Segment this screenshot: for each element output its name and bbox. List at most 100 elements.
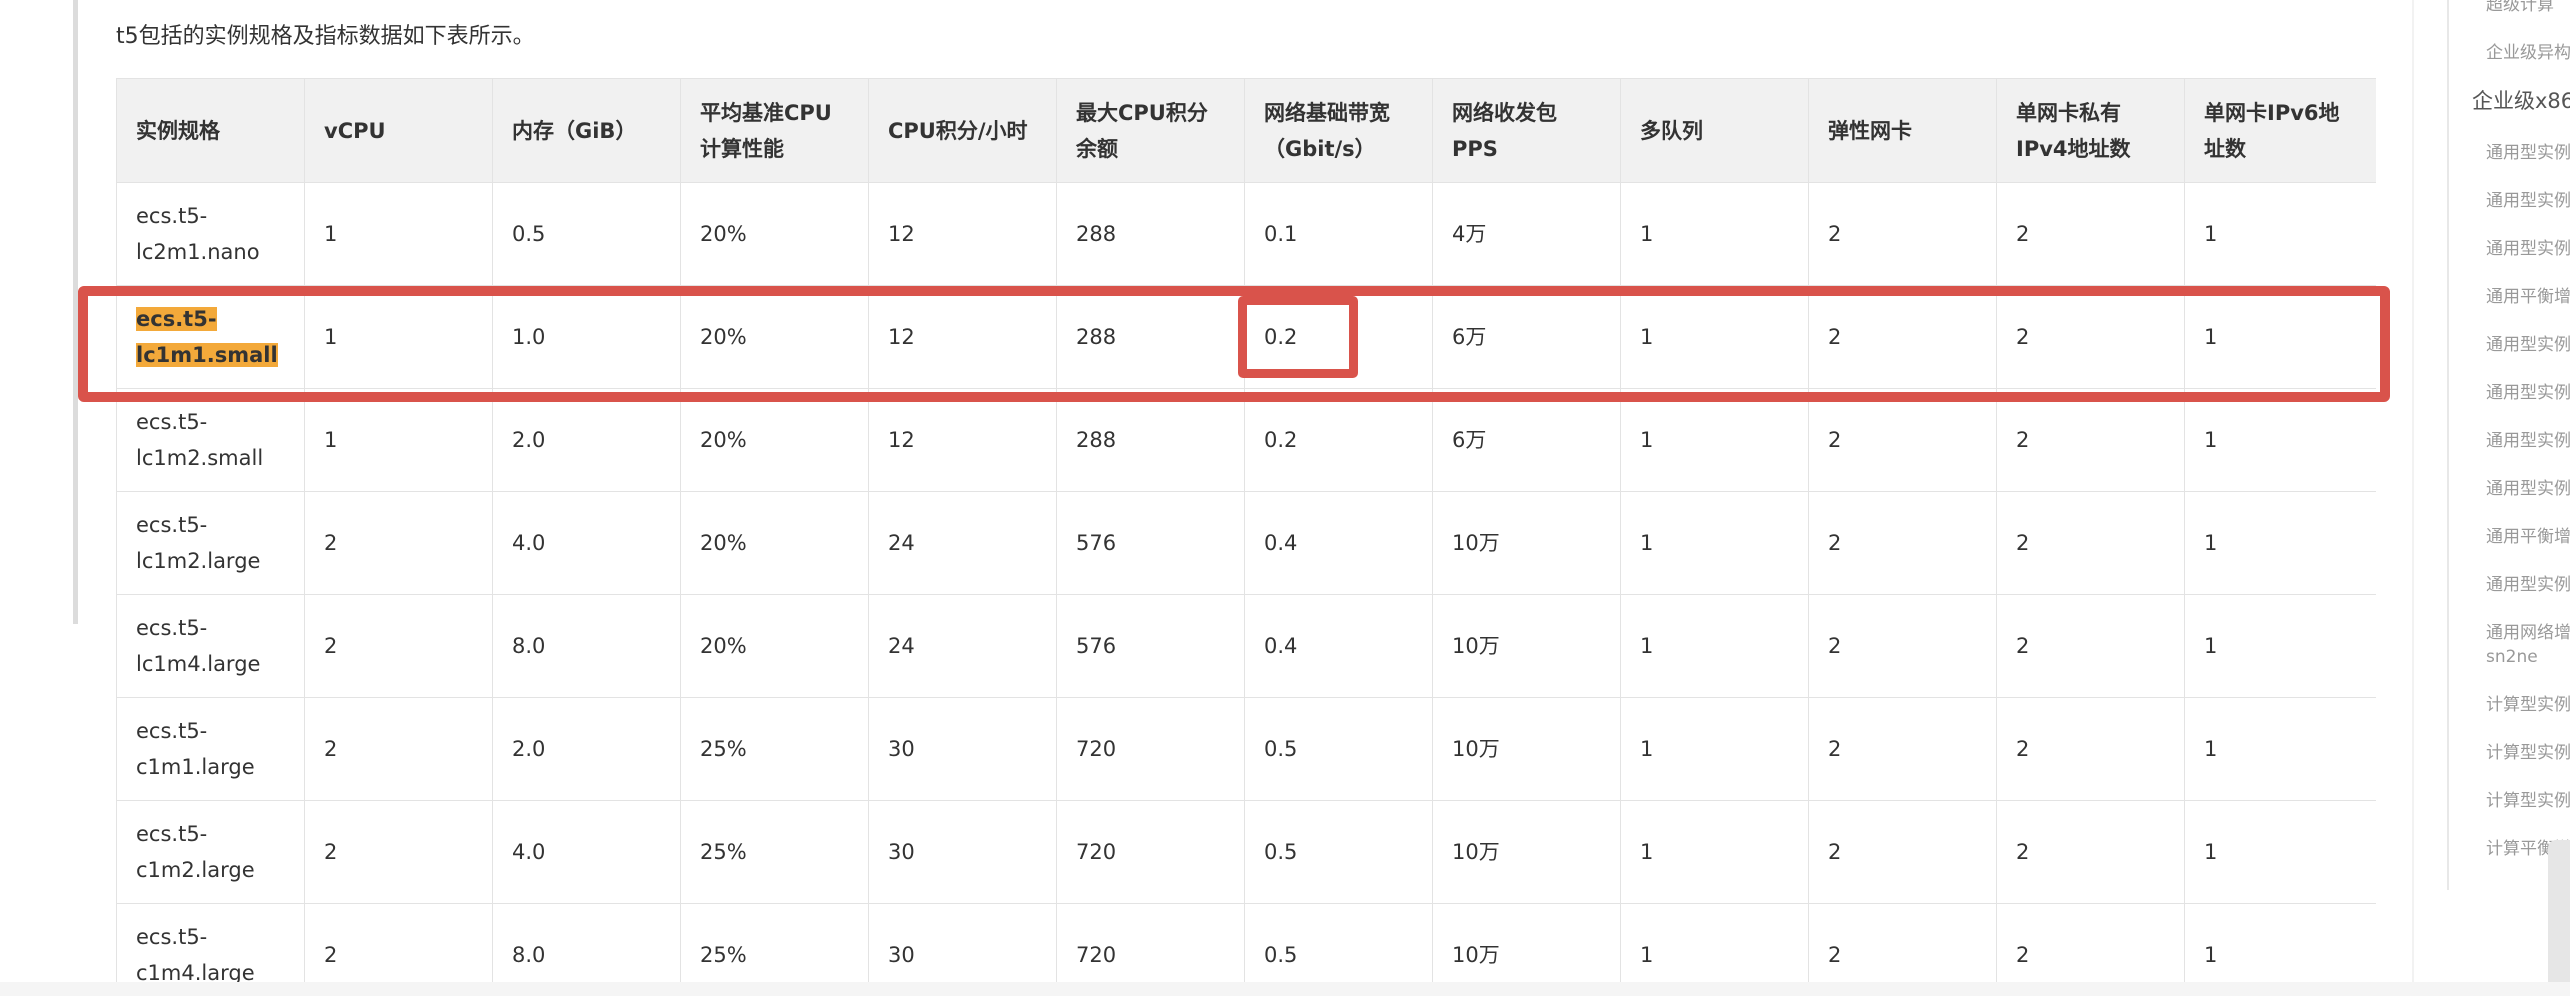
- cell-multiqueue: 1: [1620, 285, 1809, 389]
- cell-max-credits: 288: [1056, 388, 1245, 492]
- cell-vcpu: 2: [304, 491, 493, 595]
- cell-ipv4: 2: [1996, 800, 2185, 904]
- table-row: ecs.t5-c1m2.large 2 4.0 25% 30 720 0.5 1…: [116, 800, 2376, 904]
- cell-baseline: 25%: [680, 800, 869, 904]
- cell-credits: 12: [868, 388, 1057, 492]
- cell-ipv6: 1: [2184, 594, 2376, 698]
- cell-eni: 2: [1808, 388, 1997, 492]
- toc-item[interactable]: 计算型实例: [2486, 790, 2570, 812]
- cell-multiqueue: 1: [1620, 388, 1809, 492]
- header-baseline-cpu: 平均基准CPU计算性能: [680, 78, 869, 183]
- cell-credits: 30: [868, 697, 1057, 801]
- cell-vcpu: 2: [304, 697, 493, 801]
- cell-vcpu: 1: [304, 388, 493, 492]
- cell-credits: 24: [868, 594, 1057, 698]
- header-memory: 内存（GiB）: [492, 78, 681, 183]
- cell-pps: 10万: [1432, 491, 1621, 595]
- cell-max-credits: 720: [1056, 697, 1245, 801]
- scrollbar-thumb[interactable]: [2548, 840, 2570, 990]
- cell-bandwidth: 0.1: [1244, 182, 1433, 286]
- cell-memory: 2.0: [492, 388, 681, 492]
- cell-max-credits: 720: [1056, 800, 1245, 904]
- cell-bandwidth: 0.4: [1244, 491, 1433, 595]
- toc-item[interactable]: 通用型实例: [2486, 142, 2570, 164]
- cell-baseline: 20%: [680, 285, 869, 389]
- cell-multiqueue: 1: [1620, 697, 1809, 801]
- toc-item[interactable]: 通用网络增: [2486, 622, 2570, 644]
- toc-item[interactable]: 通用型实例: [2486, 238, 2570, 260]
- bottom-bar: [0, 982, 2570, 996]
- toc-item-parent[interactable]: 企业级x86: [2472, 90, 2570, 112]
- toc-item[interactable]: 通用型实例: [2486, 382, 2570, 404]
- cell-baseline: 20%: [680, 182, 869, 286]
- cell-vcpu: 2: [304, 800, 493, 904]
- cell-credits: 12: [868, 285, 1057, 389]
- table-row: ecs.t5-lc1m4.large 2 8.0 20% 24 576 0.4 …: [116, 594, 2376, 698]
- toc-item[interactable]: 企业级异构: [2486, 42, 2570, 64]
- cell-ipv6: 1: [2184, 285, 2376, 389]
- cell-credits: 24: [868, 491, 1057, 595]
- toc-item[interactable]: 通用型实例: [2486, 430, 2570, 452]
- cell-bandwidth-highlighted: 0.2: [1244, 285, 1433, 389]
- cell-vcpu: 1: [304, 182, 493, 286]
- cell-baseline: 20%: [680, 491, 869, 595]
- toc-outer-rule: [2412, 0, 2414, 996]
- cell-bandwidth: 0.5: [1244, 800, 1433, 904]
- spec-table-wrapper: 实例规格 vCPU 内存（GiB） 平均基准CPU计算性能 CPU积分/小时 最…: [116, 78, 2376, 996]
- cell-ipv6: 1: [2184, 800, 2376, 904]
- cell-ipv6: 1: [2184, 388, 2376, 492]
- toc-item[interactable]: 通用型实例: [2486, 478, 2570, 500]
- table-header-row: 实例规格 vCPU 内存（GiB） 平均基准CPU计算性能 CPU积分/小时 最…: [116, 78, 2376, 183]
- table-row: ecs.t5-lc1m2.small 1 2.0 20% 12 288 0.2 …: [116, 388, 2376, 492]
- cell-ipv4: 2: [1996, 697, 2185, 801]
- search-highlight: ecs.t5-lc1m1.small: [136, 307, 278, 367]
- cell-max-credits: 288: [1056, 285, 1245, 389]
- toc-item[interactable]: 通用平衡增: [2486, 286, 2570, 308]
- cell-spec: ecs.t5-lc1m1.small: [116, 285, 305, 389]
- cell-ipv4: 2: [1996, 285, 2185, 389]
- toc-item[interactable]: 通用平衡增: [2486, 526, 2570, 548]
- toc-item[interactable]: 通用型实例: [2486, 190, 2570, 212]
- cell-pps: 10万: [1432, 800, 1621, 904]
- header-multiqueue: 多队列: [1620, 78, 1809, 183]
- cell-eni: 2: [1808, 800, 1997, 904]
- toc-item[interactable]: 超级计算: [2486, 0, 2554, 16]
- cell-credits: 30: [868, 800, 1057, 904]
- table-row: ecs.t5-lc1m2.large 2 4.0 20% 24 576 0.4 …: [116, 491, 2376, 595]
- cell-ipv6: 1: [2184, 491, 2376, 595]
- cell-multiqueue: 1: [1620, 182, 1809, 286]
- toc-item[interactable]: 计算型实例: [2486, 694, 2570, 716]
- cell-max-credits: 576: [1056, 491, 1245, 595]
- cell-baseline: 20%: [680, 388, 869, 492]
- cell-ipv4: 2: [1996, 491, 2185, 595]
- cell-vcpu: 2: [304, 594, 493, 698]
- header-cpu-credits: CPU积分/小时: [868, 78, 1057, 183]
- cell-ipv4: 2: [1996, 182, 2185, 286]
- cell-ipv4: 2: [1996, 594, 2185, 698]
- cell-bandwidth: 0.2: [1244, 388, 1433, 492]
- cell-pps: 4万: [1432, 182, 1621, 286]
- cell-pps: 10万: [1432, 697, 1621, 801]
- cell-spec: ecs.t5-lc2m1.nano: [116, 182, 305, 286]
- toc-item[interactable]: 通用型实例: [2486, 574, 2570, 596]
- toc-item[interactable]: 通用型实例: [2486, 334, 2570, 356]
- cell-spec: ecs.t5-c1m1.large: [116, 697, 305, 801]
- toc-item-label: 企业级x86: [2472, 89, 2570, 113]
- table-row: ecs.t5-lc2m1.nano 1 0.5 20% 12 288 0.1 4…: [116, 182, 2376, 286]
- content-left-rule: [73, 0, 78, 624]
- cell-credits: 12: [868, 182, 1057, 286]
- cell-eni: 2: [1808, 594, 1997, 698]
- cell-multiqueue: 1: [1620, 491, 1809, 595]
- cell-spec: ecs.t5-lc1m4.large: [116, 594, 305, 698]
- cell-bandwidth: 0.5: [1244, 697, 1433, 801]
- toc-item[interactable]: sn2ne: [2486, 646, 2538, 668]
- header-instance-spec: 实例规格: [116, 78, 305, 183]
- toc-item[interactable]: 计算型实例: [2486, 742, 2570, 764]
- cell-spec: ecs.t5-lc1m2.small: [116, 388, 305, 492]
- header-ipv6: 单网卡IPv6地址数: [2184, 78, 2376, 183]
- cell-baseline: 25%: [680, 697, 869, 801]
- cell-max-credits: 576: [1056, 594, 1245, 698]
- cell-ipv6: 1: [2184, 182, 2376, 286]
- cell-spec: ecs.t5-lc1m2.large: [116, 491, 305, 595]
- cell-multiqueue: 1: [1620, 594, 1809, 698]
